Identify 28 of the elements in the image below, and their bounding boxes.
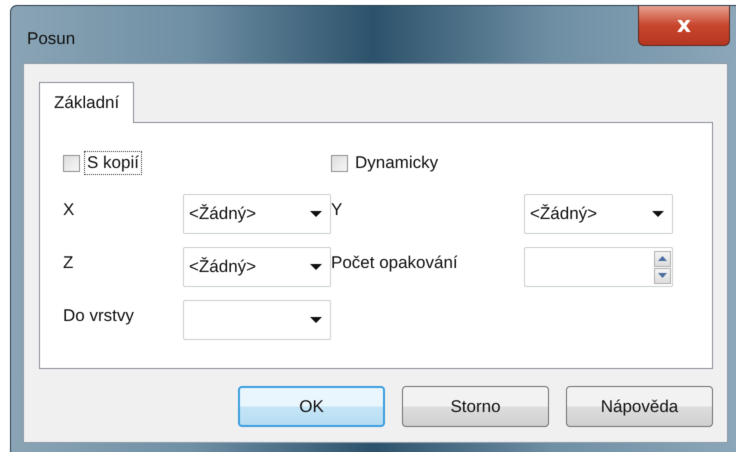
field-label: Y: [331, 199, 344, 220]
spin-field[interactable]: [524, 247, 673, 287]
dialog-button[interactable]: Nápověda: [566, 386, 713, 427]
dropdown[interactable]: <Žádný>: [524, 194, 673, 234]
dropdown-arrow-icon: [310, 264, 322, 270]
field-label: X: [63, 199, 76, 220]
checkbox[interactable]: [63, 154, 80, 172]
dropdown[interactable]: [183, 300, 331, 340]
dropdown-arrow-icon: [310, 211, 322, 217]
dialog-button[interactable]: OK: [238, 386, 385, 427]
dropdown-arrow-icon: [652, 211, 664, 217]
up-arrow-icon: [658, 256, 667, 261]
spin-up-button[interactable]: [654, 250, 671, 266]
field-label: Z: [63, 252, 74, 273]
window-title: Posun: [27, 29, 76, 49]
dropdown[interactable]: <Žádný>: [183, 194, 331, 234]
close-button[interactable]: x: [638, 6, 730, 46]
dropdown[interactable]: <Žádný>: [183, 247, 331, 287]
field-label: Počet opakování: [331, 252, 459, 273]
dropdown-arrow-icon: [310, 317, 322, 323]
checkbox[interactable]: [331, 154, 348, 172]
field-label: Do vrstvy: [63, 305, 135, 326]
checkbox-label[interactable]: Dynamicky: [352, 151, 442, 175]
spin-down-button[interactable]: [654, 268, 671, 284]
down-arrow-icon: [658, 273, 667, 278]
dialog-button[interactable]: Storno: [402, 386, 549, 427]
checkbox-label[interactable]: S kopií: [84, 151, 142, 175]
tab[interactable]: Základní: [39, 82, 134, 123]
